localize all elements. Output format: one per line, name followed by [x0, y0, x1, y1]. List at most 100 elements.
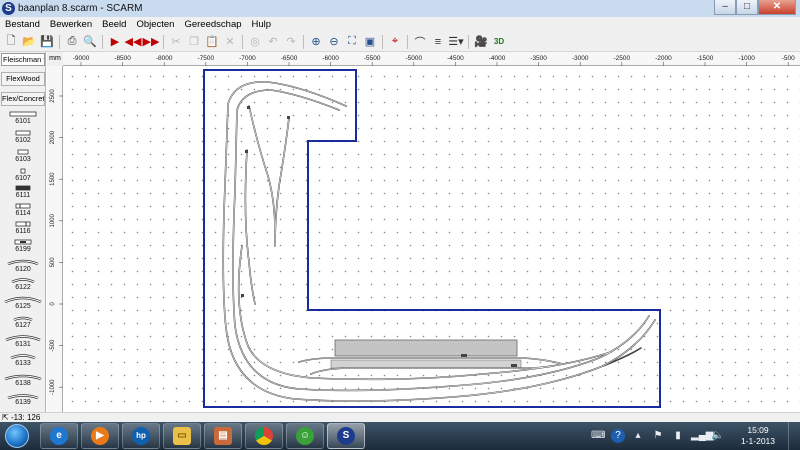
ie-icon: e — [50, 427, 68, 445]
battery-icon[interactable]: ▮ — [671, 429, 685, 443]
menu-gereedschap[interactable]: Gereedschap — [179, 19, 246, 30]
close-button[interactable]: ✕ — [758, 0, 796, 15]
scarm-app-icon[interactable]: S — [2, 2, 15, 15]
taskbar-ie[interactable]: e — [40, 423, 78, 449]
network-icon[interactable]: ▂▄▆ — [691, 429, 713, 443]
ruler-x-label: -7500 — [197, 55, 214, 62]
ruler-x-label: -1000 — [738, 55, 755, 62]
taskbar-messenger[interactable]: ☺ — [286, 423, 324, 449]
camera-icon[interactable]: 🎥 — [472, 33, 490, 50]
piece-label: 6131 — [15, 341, 31, 348]
taskbar-explorer[interactable]: ▭ — [163, 423, 201, 449]
system-tray: ⌨ ? ▴ ⚑ ▮ ▂▄▆ 🔈 15:09 1-1-2013 — [588, 422, 800, 450]
track-siding-3 — [244, 149, 256, 305]
ruler-x-label: -5000 — [405, 55, 422, 62]
play-icon[interactable]: ▶ — [106, 33, 124, 50]
bridge-icon[interactable]: ⌒ — [411, 33, 429, 50]
print-icon[interactable]: ⎙ — [63, 33, 81, 50]
track-layers-icon[interactable]: ☰▾ — [447, 33, 465, 50]
piece-label: 6133 — [15, 360, 31, 367]
open-icon[interactable]: 📂 — [20, 33, 38, 50]
ruler-unit: mm — [47, 52, 63, 66]
ruler-x-label: -7000 — [239, 55, 256, 62]
clock[interactable]: 15:09 1-1-2013 — [728, 425, 788, 447]
ruler-x-label: -1500 — [697, 55, 714, 62]
ruler-x-label: -500 — [782, 55, 795, 62]
help-icon[interactable]: ? — [611, 429, 625, 443]
track-library-panel: Fleischman ▾ FlexWood Flex/Concrete 6101… — [0, 52, 46, 412]
ruler-y-label: 500 — [50, 257, 56, 268]
horizontal-ruler: -9000 -8500 -8000 -7500 -7000 -6500 -6000 -5500… — [63, 52, 800, 66]
piece-label: 6102 — [15, 137, 31, 144]
select-all-icon[interactable]: ◎ — [246, 33, 264, 50]
ruler-x-label: -8000 — [156, 55, 173, 62]
piece-label: 6138 — [15, 380, 31, 387]
view-3d-icon[interactable]: 3D — [490, 33, 508, 50]
taskbar-slideshow[interactable]: ▤ — [204, 423, 242, 449]
rewind-icon[interactable]: ◀◀ — [124, 33, 142, 50]
menu-hulp[interactable]: Hulp — [247, 19, 277, 30]
tray-arrow-icon[interactable]: ▴ — [631, 429, 645, 443]
zoom-fit-icon[interactable]: ⛶ — [343, 33, 361, 50]
piece-label: 6111 — [15, 192, 31, 199]
paste-icon[interactable]: 📋 — [203, 33, 221, 50]
cut-icon[interactable]: ✂ — [167, 33, 185, 50]
start-button[interactable] — [2, 422, 32, 450]
taskbar-scarm[interactable]: S — [327, 423, 365, 449]
piece-label: 6122 — [15, 284, 31, 291]
ruler-x-label: -3000 — [572, 55, 589, 62]
menu-bewerken[interactable]: Bewerken — [45, 19, 97, 30]
zoom-window-icon[interactable]: ▣ — [361, 33, 379, 50]
piece-6139[interactable]: 6139 — [0, 389, 45, 411]
piece-label: 6101 — [15, 118, 31, 125]
ruler-y-label: 1500 — [50, 172, 56, 186]
ruler-icon[interactable]: ⌖ — [386, 33, 404, 50]
taskbar-media-player[interactable]: ▶ — [81, 423, 119, 449]
zoom-out-icon[interactable]: ⊖ — [325, 33, 343, 50]
track-siding-1 — [248, 105, 276, 232]
flag-icon[interactable]: ⚑ — [651, 429, 665, 443]
minimize-button[interactable]: – — [714, 0, 736, 15]
show-desktop-button[interactable] — [788, 422, 800, 450]
piece-label: 6103 — [15, 156, 31, 163]
explorer-icon: ▭ — [173, 427, 191, 445]
piece-6199[interactable]: 6199 — [0, 236, 45, 258]
maximize-button[interactable]: □ — [736, 0, 758, 15]
menu-objecten[interactable]: Objecten — [131, 19, 179, 30]
station-platform — [334, 339, 518, 357]
keyboard-icon[interactable]: ⌨ — [591, 429, 605, 443]
save-icon[interactable]: 💾 — [38, 33, 56, 50]
title-bar: S baanplan 8.scarm - SCARM – □ ✕ — [0, 0, 800, 17]
ruler-x-label: -6500 — [281, 55, 298, 62]
ruler-y-label: -500 — [50, 339, 56, 352]
redo-icon[interactable]: ↷ — [282, 33, 300, 50]
delete-icon[interactable]: ✕ — [221, 33, 239, 50]
piece-6133[interactable]: 6133 — [0, 350, 45, 372]
ruler-x-label: -9000 — [73, 55, 90, 62]
ruler-y-label: 0 — [50, 302, 56, 306]
track-main-line — [237, 245, 612, 381]
copy-icon[interactable]: ❐ — [185, 33, 203, 50]
library-selector[interactable]: Fleischman ▾ — [1, 53, 45, 66]
volume-icon[interactable]: 🔈 — [711, 429, 725, 443]
tab-flexconcrete[interactable]: Flex/Concrete — [1, 92, 45, 106]
new-icon[interactable]: 🗋 — [2, 33, 20, 50]
taskbar-chrome[interactable] — [245, 423, 283, 449]
layout-canvas[interactable] — [63, 66, 800, 412]
layout-boundary — [203, 69, 661, 408]
toolbar: 🗋 📂 💾 ⎙ 🔍 ▶ ◀◀ ▶▶ ✂ ❐ 📋 ✕ ◎ ↶ ↷ ⊕ ⊖ ⛶ ▣ … — [0, 32, 800, 52]
window-title: baanplan 8.scarm - SCARM — [18, 3, 143, 14]
menu-beeld[interactable]: Beeld — [97, 19, 131, 30]
piece-label: 6125 — [15, 303, 31, 310]
clock-date: 1-1-2013 — [740, 436, 776, 446]
status-bar: ⇱ -13: 126 — [0, 412, 800, 422]
ruler-x-label: -4500 — [447, 55, 464, 62]
fast-forward-icon[interactable]: ▶▶ — [142, 33, 160, 50]
menu-bestand[interactable]: Bestand — [0, 19, 45, 30]
taskbar-hp[interactable]: hp — [122, 423, 160, 449]
tab-flexwood[interactable]: FlexWood — [1, 72, 45, 86]
zoom-in-icon[interactable]: ⊕ — [307, 33, 325, 50]
ladder-icon[interactable]: ≡ — [429, 33, 447, 50]
undo-icon[interactable]: ↶ — [264, 33, 282, 50]
print-preview-icon[interactable]: 🔍 — [81, 33, 99, 50]
